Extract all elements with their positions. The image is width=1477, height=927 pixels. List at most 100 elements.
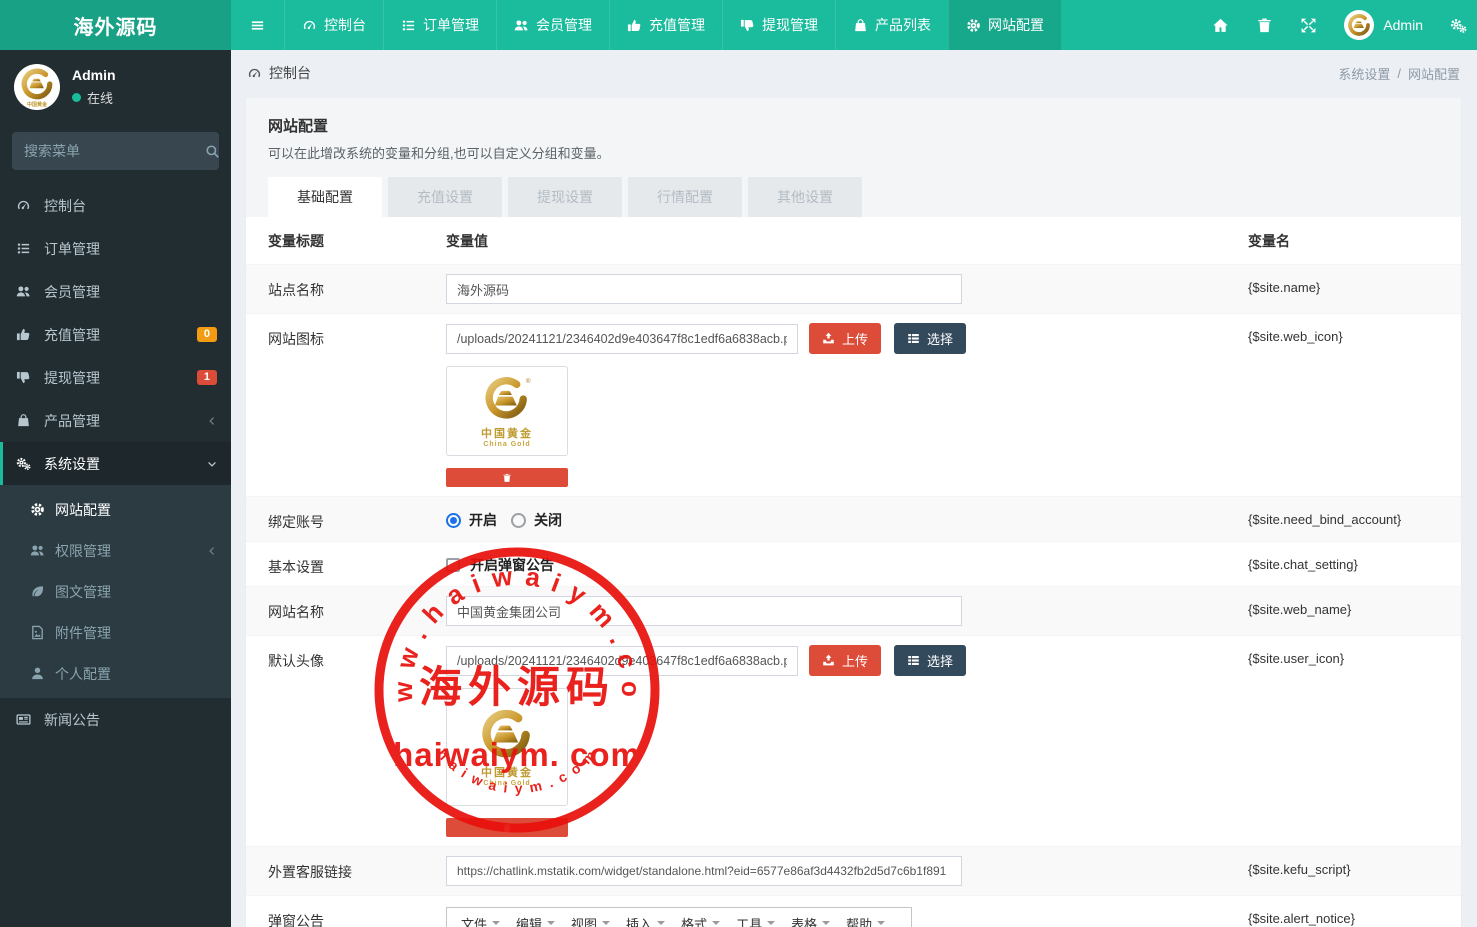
sidebar-item-dashboard[interactable]: 控制台 <box>0 184 231 227</box>
kefu-link-input[interactable] <box>446 856 962 886</box>
editor-menu-tools[interactable]: 工具 <box>728 914 783 927</box>
caret-down-icon <box>602 921 611 925</box>
radio-off-label[interactable]: 关闭 <box>534 510 562 530</box>
home-icon[interactable] <box>1212 17 1229 34</box>
editor-menu-file[interactable]: 文件 <box>453 914 508 927</box>
web-icon-preview: ® 中国黄金 China Gold <box>446 366 568 456</box>
online-status: 在线 <box>72 88 116 107</box>
caret-down-icon <box>822 921 831 925</box>
user-icon-preview: 中国黄金 China Gold <box>446 688 568 806</box>
nav-item-dashboard[interactable]: 控制台 <box>284 0 383 50</box>
app-window: 海外源码 控制台 订单管理 会员管理 充值管理 提现管理 产品列表 网站配置 A… <box>0 0 1477 927</box>
tab-other[interactable]: 其他设置 <box>748 177 862 217</box>
sidebar-toggle-button[interactable] <box>231 0 284 50</box>
choose-button[interactable]: 选择 <box>894 323 967 354</box>
sidebar-menu: 控制台 订单管理 会员管理 充值管理 0 提现管理 1 产品管理 系统设置 <box>0 184 231 485</box>
svg-text:®: ® <box>526 377 531 385</box>
editor-menu-table[interactable]: 表格 <box>783 914 838 927</box>
site-name-input[interactable] <box>446 274 962 304</box>
admin-menu[interactable]: Admin <box>1344 10 1423 40</box>
nav-item-site-config[interactable]: 网站配置 <box>948 0 1061 50</box>
tab-basic[interactable]: 基础配置 <box>268 177 382 217</box>
user-icon <box>30 666 52 681</box>
tab-withdraw[interactable]: 提现设置 <box>508 177 622 217</box>
page-title: 网站配置 <box>268 118 329 135</box>
col-value: 变量值 <box>446 233 488 249</box>
sidebar-item-product-mgmt[interactable]: 产品管理 <box>0 399 231 442</box>
editor-menu-view[interactable]: 视图 <box>563 914 618 927</box>
dashboard-icon <box>16 198 40 213</box>
radio-off[interactable] <box>511 512 526 528</box>
sidebar-item-news[interactable]: 新闻公告 <box>0 698 231 741</box>
popup-notice-checkbox[interactable] <box>446 558 460 572</box>
radio-on[interactable] <box>446 512 461 528</box>
sidebar-subitem-media[interactable]: 图文管理 <box>0 571 231 612</box>
web-icon-path-input[interactable] <box>446 323 798 354</box>
nav-label: 订单管理 <box>423 17 479 33</box>
top-navbar: 海外源码 控制台 订单管理 会员管理 充值管理 提现管理 产品列表 网站配置 A… <box>0 0 1477 50</box>
config-tabs: 基础配置 充值设置 提现设置 行情配置 其他设置 <box>268 177 1439 217</box>
tab-recharge[interactable]: 充值设置 <box>388 177 502 217</box>
row-label: 外置客服链接 <box>268 864 352 880</box>
file-image-icon <box>30 625 52 640</box>
sidebar-subitem-profile[interactable]: 个人配置 <box>0 653 231 694</box>
trash-icon[interactable] <box>1256 17 1273 34</box>
editor-menu-edit[interactable]: 编辑 <box>508 914 563 927</box>
caret-down-icon <box>767 921 776 925</box>
user-icon-path-input[interactable] <box>446 645 798 676</box>
editor-menubar: 文件 编辑 视图 插入 格式 工具 表格 帮助 <box>447 908 911 927</box>
breadcrumb-section[interactable]: 系统设置 <box>1338 64 1390 83</box>
caret-down-icon <box>492 921 501 925</box>
nav-item-recharge[interactable]: 充值管理 <box>609 0 722 50</box>
caret-down-icon <box>657 921 666 925</box>
logo-text-en: China Gold <box>483 780 531 787</box>
upload-icon <box>822 654 835 667</box>
menu-search[interactable] <box>12 132 219 170</box>
sidebar-subitem-permissions[interactable]: 权限管理 <box>0 530 231 571</box>
sidebar-item-system-settings[interactable]: 系统设置 <box>0 442 231 485</box>
brand-logo[interactable]: 海外源码 <box>0 0 231 50</box>
delete-image-button[interactable] <box>446 468 568 487</box>
caret-down-icon <box>547 921 556 925</box>
sidebar-item-orders[interactable]: 订单管理 <box>0 227 231 270</box>
table-row: 外置客服链接 {$site.kefu_script} <box>246 846 1461 895</box>
search-input[interactable] <box>24 143 205 159</box>
dashboard-icon <box>302 18 317 33</box>
upload-button[interactable]: 上传 <box>809 645 882 676</box>
breadcrumb-home[interactable]: 控制台 <box>247 63 311 83</box>
var-name: {$site.web_icon} <box>1248 329 1343 344</box>
gear-icon <box>966 18 981 33</box>
page-description: 可以在此增改系统的变量和分组,也可以自定义分组和变量。 <box>268 146 610 161</box>
expand-icon[interactable] <box>1300 17 1317 34</box>
delete-image-button[interactable] <box>446 818 568 837</box>
radio-on-label[interactable]: 开启 <box>469 510 497 530</box>
list-icon <box>401 18 416 33</box>
sidebar-item-withdraw[interactable]: 提现管理 1 <box>0 356 231 399</box>
site-config-card: 网站配置 可以在此增改系统的变量和分组,也可以自定义分组和变量。 基础配置 充值… <box>246 98 1461 927</box>
search-icon[interactable] <box>205 144 220 159</box>
editor-menu-insert[interactable]: 插入 <box>618 914 673 927</box>
editor-menu-help[interactable]: 帮助 <box>838 914 893 927</box>
checkbox-label[interactable]: 开启弹窗公告 <box>470 555 554 575</box>
editor-menu-format[interactable]: 格式 <box>673 914 728 927</box>
nav-item-withdraw[interactable]: 提现管理 <box>722 0 835 50</box>
web-name-input[interactable] <box>446 596 962 626</box>
upload-button[interactable]: 上传 <box>809 323 882 354</box>
sidebar-user-panel: 中国黄金 Admin 在线 <box>0 50 231 122</box>
breadcrumb-separator: / <box>1397 65 1401 81</box>
var-name: {$site.kefu_script} <box>1248 862 1351 877</box>
nav-item-orders[interactable]: 订单管理 <box>383 0 496 50</box>
var-name: {$site.chat_setting} <box>1248 557 1358 572</box>
tab-market[interactable]: 行情配置 <box>628 177 742 217</box>
sidebar-item-members[interactable]: 会员管理 <box>0 270 231 313</box>
sidebar-subitem-site-config[interactable]: 网站配置 <box>0 489 231 530</box>
nav-item-products[interactable]: 产品列表 <box>835 0 948 50</box>
sidebar-item-recharge[interactable]: 充值管理 0 <box>0 313 231 356</box>
cogs-icon <box>16 456 40 471</box>
nav-label: 网站配置 <box>988 17 1044 33</box>
topbar-actions: Admin <box>1212 0 1477 50</box>
choose-button[interactable]: 选择 <box>894 645 967 676</box>
sidebar-subitem-attachments[interactable]: 附件管理 <box>0 612 231 653</box>
nav-item-members[interactable]: 会员管理 <box>496 0 609 50</box>
settings-cogs-icon[interactable] <box>1450 17 1467 34</box>
